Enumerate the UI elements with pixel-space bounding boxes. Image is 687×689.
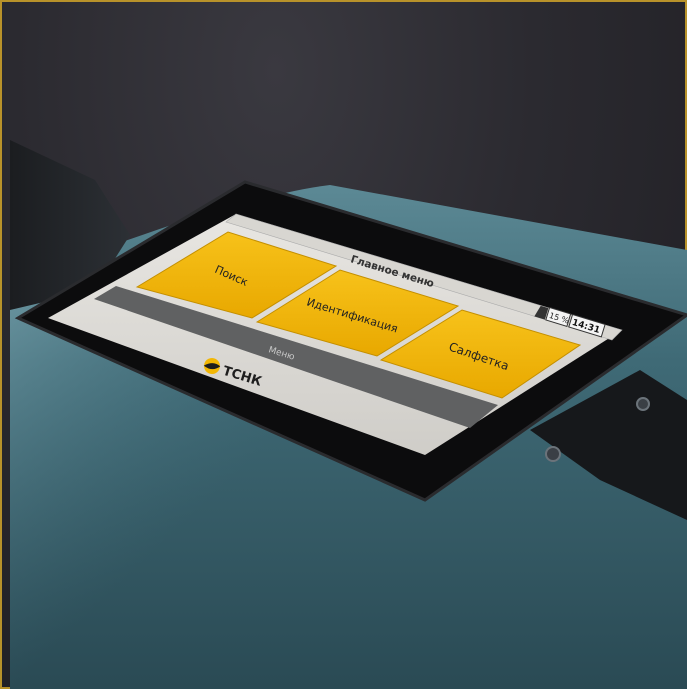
screw-icon bbox=[636, 397, 650, 411]
device-scene: Главное меню 15 % 14:31 Поиск Идентифика… bbox=[10, 140, 687, 689]
screw-icon bbox=[545, 446, 561, 462]
